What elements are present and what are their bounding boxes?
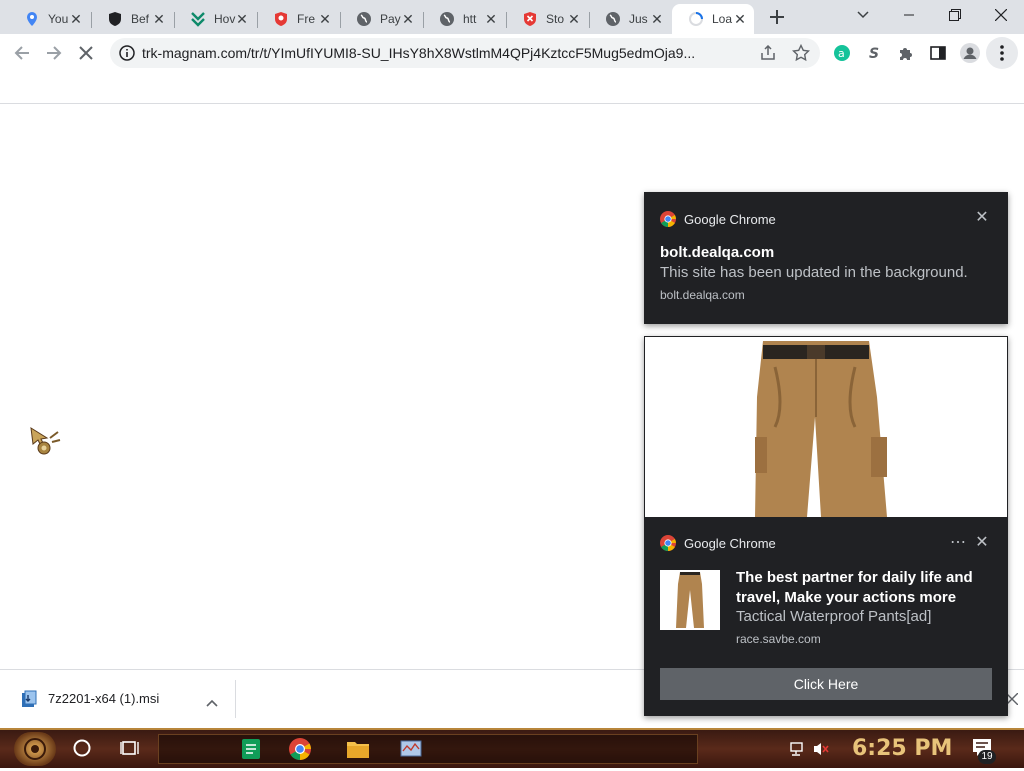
toolbar-divider: [0, 72, 1024, 104]
tab-2[interactable]: Hov ✕: [174, 4, 256, 34]
tab-close-icon[interactable]: ✕: [151, 11, 167, 27]
notification-source: bolt.dealqa.com: [660, 288, 745, 302]
globe-icon: [605, 11, 621, 27]
click-here-button[interactable]: Click Here: [660, 668, 992, 700]
tab-0[interactable]: You ✕: [8, 4, 90, 34]
ad-hero-image[interactable]: [645, 337, 1007, 517]
new-tab-button[interactable]: [761, 1, 793, 33]
task-view-icon[interactable]: [120, 738, 140, 763]
svg-text:a: a: [838, 47, 845, 60]
tab-close-icon[interactable]: ✕: [400, 11, 416, 27]
tab-title: Hov: [214, 12, 236, 26]
tab-title: Sto: [546, 12, 565, 26]
close-window-button[interactable]: [978, 0, 1024, 30]
globe-icon: [356, 11, 372, 27]
notification-app-name: Google Chrome: [684, 211, 776, 227]
start-button[interactable]: [14, 732, 56, 766]
tab-close-icon[interactable]: ✕: [649, 11, 665, 27]
site-info-icon[interactable]: [119, 45, 135, 66]
notification-more-icon[interactable]: ⋯: [950, 535, 966, 551]
share-icon[interactable]: [760, 44, 776, 66]
tab-title: htt: [463, 12, 477, 26]
windows-taskbar: 6:25 PM 19: [0, 728, 1024, 768]
tab-title: Pay: [380, 12, 401, 26]
cortana-search-icon[interactable]: [72, 738, 92, 763]
download-chevron-up-icon[interactable]: [206, 694, 218, 712]
notification-body: Google Chrome ⋯ ✕ The best partner for d…: [644, 517, 1008, 716]
mouse-cursor-icon: [28, 426, 64, 467]
bookmark-star-icon[interactable]: [791, 43, 811, 67]
chrome-logo-icon: [660, 535, 676, 551]
notification-header: Google Chrome: [660, 535, 776, 551]
notification-close-icon[interactable]: ✕: [974, 535, 990, 551]
sheets-app-icon[interactable]: [240, 738, 262, 765]
browser-toolbar: trk-magnam.com/tr/t/YImUfIYUMI8-SU_IHsY8…: [0, 34, 1024, 72]
notification-message: Tactical Waterproof Pants[ad]: [736, 608, 932, 625]
tab-6[interactable]: Sto ✕: [506, 4, 588, 34]
tab-close-icon[interactable]: ✕: [234, 11, 250, 27]
tab-7[interactable]: Jus ✕: [589, 4, 671, 34]
stop-loading-button[interactable]: [70, 37, 102, 69]
notification-app-name: Google Chrome: [684, 535, 776, 551]
chrome-menu-icon[interactable]: [986, 37, 1018, 69]
download-file-name: 7z2201-x64 (1).msi: [48, 691, 160, 706]
notification-count-badge: 19: [978, 750, 996, 764]
forward-button[interactable]: [38, 37, 70, 69]
tab-close-icon[interactable]: ✕: [732, 11, 748, 27]
taskbar-clock[interactable]: 6:25 PM: [852, 736, 952, 761]
notification-close-icon[interactable]: ✕: [974, 210, 990, 226]
notification-title: The best partner for daily life and trav…: [736, 569, 973, 606]
url-text[interactable]: trk-magnam.com/tr/t/YImUfIYUMI8-SU_IHsY8…: [142, 45, 747, 61]
file-explorer-icon[interactable]: [346, 738, 370, 765]
system-monitor-icon[interactable]: [400, 738, 422, 765]
volume-muted-icon[interactable]: [812, 741, 830, 762]
minimize-button[interactable]: [886, 0, 932, 30]
tab-5[interactable]: htt ✕: [423, 4, 505, 34]
tab-title: Jus: [629, 12, 648, 26]
tab-3[interactable]: Fre ✕: [257, 4, 339, 34]
chrome-notification-site-update[interactable]: Google Chrome ✕ bolt.dealqa.com This sit…: [644, 192, 1008, 324]
tab-title: Bef: [131, 12, 150, 26]
network-icon[interactable]: [790, 741, 808, 762]
chrome-app-icon[interactable]: [288, 737, 312, 766]
grammarly-extension-icon[interactable]: a: [826, 37, 858, 69]
back-button[interactable]: [6, 37, 38, 69]
tab-title: Fre: [297, 12, 315, 26]
msi-file-icon: [20, 690, 38, 713]
tab-1[interactable]: Bef ✕: [91, 4, 173, 34]
tab-close-icon[interactable]: ✕: [566, 11, 582, 27]
tab-strip: You ✕ Bef ✕ Hov ✕ Fre ✕ Pay ✕ htt ✕ Sto …: [0, 0, 1024, 34]
ad-thumbnail-image: [660, 570, 720, 630]
tab-title: You: [48, 12, 69, 26]
red-shield-x-icon: [522, 11, 538, 27]
leaf-logo-icon: [190, 11, 206, 27]
notification-header: Google Chrome: [660, 211, 776, 227]
address-bar[interactable]: trk-magnam.com/tr/t/YImUfIYUMI8-SU_IHsY8…: [110, 38, 820, 68]
tab-8-active[interactable]: Loa ✕: [672, 4, 754, 34]
tab-close-icon[interactable]: ✕: [68, 11, 84, 27]
chrome-notification-ad[interactable]: Google Chrome ⋯ ✕ The best partner for d…: [644, 336, 1008, 716]
restore-button[interactable]: [932, 0, 978, 30]
chrome-logo-icon: [660, 211, 676, 227]
tab-close-icon[interactable]: ✕: [317, 11, 333, 27]
svg-text:S: S: [869, 46, 879, 61]
tab-close-icon[interactable]: ✕: [483, 11, 499, 27]
tab-4[interactable]: Pay ✕: [340, 4, 422, 34]
notification-source: race.savbe.com: [736, 632, 821, 646]
notification-message: This site has been updated in the backgr…: [660, 264, 968, 281]
download-item[interactable]: 7z2201-x64 (1).msi: [10, 680, 236, 718]
s-extension-icon[interactable]: S: [858, 37, 890, 69]
taskbar-apps-area: [158, 734, 698, 764]
extensions-puzzle-icon[interactable]: [890, 37, 922, 69]
tab-title: Loa: [712, 12, 733, 26]
side-panel-icon[interactable]: [922, 37, 954, 69]
map-pin-icon: [24, 11, 40, 27]
loading-spinner-icon: [688, 11, 704, 27]
profile-avatar-icon[interactable]: [954, 37, 986, 69]
shield-icon: [107, 11, 123, 27]
tab-search-chevron-icon[interactable]: [840, 0, 886, 30]
red-shield-icon: [273, 11, 289, 27]
globe-icon: [439, 11, 455, 27]
notification-title: bolt.dealqa.com: [660, 244, 775, 261]
